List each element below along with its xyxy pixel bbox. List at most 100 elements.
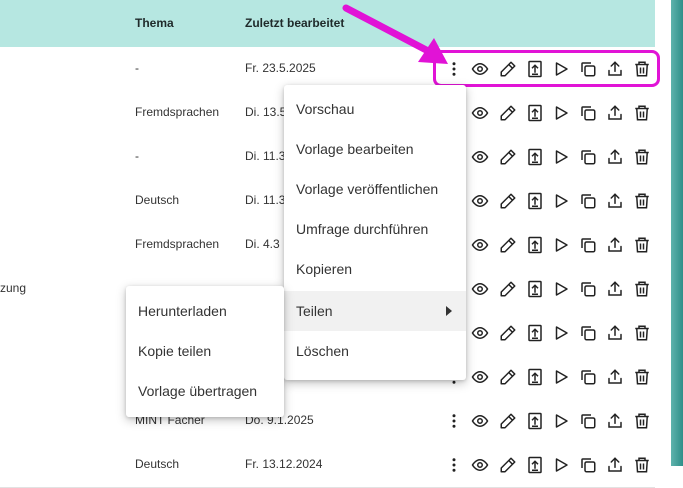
share-submenu: Herunterladen Kopie teilen Vorlage übert… xyxy=(126,286,284,417)
eye-icon[interactable] xyxy=(470,102,490,124)
publish-icon[interactable] xyxy=(525,366,545,388)
eye-icon[interactable] xyxy=(470,410,490,432)
table-row[interactable]: MINT Fächer Do. 9.1.2025 xyxy=(0,399,655,444)
context-menu: Vorschau Vorlage bearbeiten Vorlage verö… xyxy=(284,85,466,380)
row-actions xyxy=(442,278,658,300)
row-actions xyxy=(442,102,658,124)
copy-icon[interactable] xyxy=(578,234,598,256)
share-icon[interactable] xyxy=(605,322,625,344)
menu-item-share[interactable]: Teilen xyxy=(284,291,466,331)
menu-item-delete[interactable]: Löschen xyxy=(284,331,466,371)
trash-icon[interactable] xyxy=(632,278,652,300)
pencil-icon[interactable] xyxy=(498,190,518,212)
publish-icon[interactable] xyxy=(525,234,545,256)
submenu-caret-icon xyxy=(446,306,452,316)
publish-icon[interactable] xyxy=(525,190,545,212)
copy-icon[interactable] xyxy=(578,146,598,168)
pencil-icon[interactable] xyxy=(498,146,518,168)
play-icon[interactable] xyxy=(551,278,571,300)
row-last-edited: Di. 11.3 xyxy=(245,193,286,207)
copy-icon[interactable] xyxy=(578,322,598,344)
pencil-icon[interactable] xyxy=(498,410,518,432)
menu-item-copy[interactable]: Kopieren xyxy=(284,249,466,289)
share-icon[interactable] xyxy=(605,410,625,432)
table-header: Thema Zuletzt bearbeitet xyxy=(0,0,655,47)
copy-icon[interactable] xyxy=(578,190,598,212)
share-icon[interactable] xyxy=(605,366,625,388)
row-topic: Deutsch xyxy=(135,457,180,471)
play-icon[interactable] xyxy=(551,146,571,168)
share-icon[interactable] xyxy=(605,190,625,212)
publish-icon[interactable] xyxy=(525,322,545,344)
pencil-icon[interactable] xyxy=(498,322,518,344)
share-icon[interactable] xyxy=(605,146,625,168)
pencil-icon[interactable] xyxy=(498,234,518,256)
more-vertical-icon[interactable] xyxy=(444,454,464,476)
play-icon[interactable] xyxy=(551,366,571,388)
row-actions xyxy=(442,366,658,388)
row-actions xyxy=(442,410,658,432)
menu-item-edit-template[interactable]: Vorlage bearbeiten xyxy=(284,129,466,169)
share-icon[interactable] xyxy=(605,278,625,300)
play-icon[interactable] xyxy=(551,322,571,344)
eye-icon[interactable] xyxy=(470,366,490,388)
scrollbar[interactable] xyxy=(671,0,683,466)
eye-icon[interactable] xyxy=(470,278,490,300)
publish-icon[interactable] xyxy=(525,102,545,124)
row-name: zung xyxy=(0,281,27,295)
play-icon[interactable] xyxy=(551,234,571,256)
copy-icon[interactable] xyxy=(578,410,598,432)
menu-item-run-survey[interactable]: Umfrage durchführen xyxy=(284,209,466,249)
menu-item-publish-template[interactable]: Vorlage veröffentlichen xyxy=(284,169,466,209)
row-actions xyxy=(442,190,658,212)
trash-icon[interactable] xyxy=(632,234,652,256)
trash-icon[interactable] xyxy=(632,454,652,476)
trash-icon[interactable] xyxy=(632,102,652,124)
trash-icon[interactable] xyxy=(632,366,652,388)
eye-icon[interactable] xyxy=(470,190,490,212)
play-icon[interactable] xyxy=(551,410,571,432)
eye-icon[interactable] xyxy=(470,322,490,344)
row-actions xyxy=(442,146,658,168)
pencil-icon[interactable] xyxy=(498,102,518,124)
header-topic[interactable]: Thema xyxy=(135,16,174,30)
pencil-icon[interactable] xyxy=(498,366,518,388)
submenu-item-share-copy[interactable]: Kopie teilen xyxy=(126,331,284,371)
play-icon[interactable] xyxy=(551,102,571,124)
row-last-edited: Di. 4.3 xyxy=(245,237,280,251)
trash-icon[interactable] xyxy=(632,146,652,168)
publish-icon[interactable] xyxy=(525,146,545,168)
menu-item-preview[interactable]: Vorschau xyxy=(284,89,466,129)
pencil-icon[interactable] xyxy=(498,278,518,300)
row-last-edited: Fr. 23.5.2025 xyxy=(245,61,316,75)
copy-icon[interactable] xyxy=(578,102,598,124)
copy-icon[interactable] xyxy=(578,278,598,300)
row-actions xyxy=(442,234,658,256)
row-actions xyxy=(442,322,658,344)
submenu-item-transfer-template[interactable]: Vorlage übertragen xyxy=(126,371,284,411)
submenu-item-download[interactable]: Herunterladen xyxy=(126,291,284,331)
share-icon[interactable] xyxy=(605,234,625,256)
share-icon[interactable] xyxy=(605,102,625,124)
eye-icon[interactable] xyxy=(470,146,490,168)
row-last-edited: Di. 11.3 xyxy=(245,149,286,163)
publish-icon[interactable] xyxy=(525,410,545,432)
annotation-arrow xyxy=(342,4,448,64)
more-vertical-icon[interactable] xyxy=(444,410,464,432)
trash-icon[interactable] xyxy=(632,410,652,432)
copy-icon[interactable] xyxy=(578,366,598,388)
eye-icon[interactable] xyxy=(470,234,490,256)
share-icon[interactable] xyxy=(605,454,625,476)
row-last-edited: Fr. 13.12.2024 xyxy=(245,457,323,471)
trash-icon[interactable] xyxy=(632,190,652,212)
play-icon[interactable] xyxy=(551,190,571,212)
play-icon[interactable] xyxy=(551,454,571,476)
publish-icon[interactable] xyxy=(525,454,545,476)
pencil-icon[interactable] xyxy=(498,454,518,476)
copy-icon[interactable] xyxy=(578,454,598,476)
eye-icon[interactable] xyxy=(470,454,490,476)
menu-item-share-label: Teilen xyxy=(296,303,333,319)
publish-icon[interactable] xyxy=(525,278,545,300)
trash-icon[interactable] xyxy=(632,322,652,344)
row-topic: - xyxy=(135,61,139,75)
